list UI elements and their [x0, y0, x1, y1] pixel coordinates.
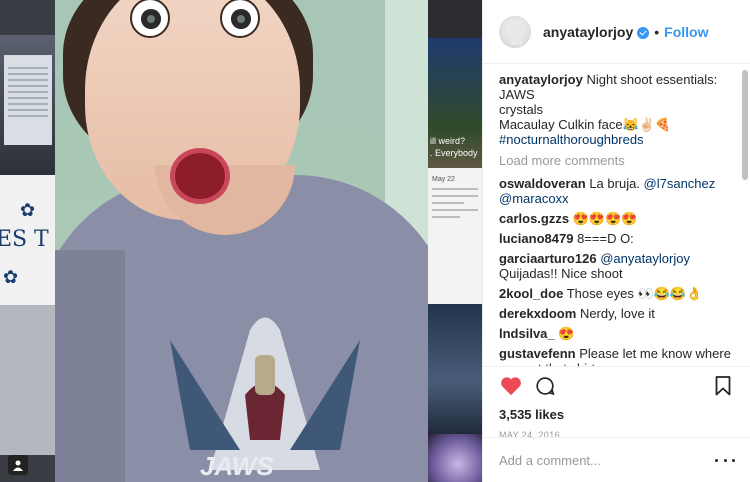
feed-thumbnail: May 22: [428, 168, 482, 304]
mention-link[interactable]: @anyataylorjoy: [600, 251, 690, 266]
flower-glyph: ✿: [3, 267, 19, 288]
likes-count[interactable]: 3,535 likes: [499, 407, 735, 422]
background-feed-right: ill weird? . Everybody May 22: [428, 0, 482, 482]
follow-button[interactable]: Follow: [664, 24, 708, 40]
comment-item: carlos.gzzs 😍😍😍😍: [499, 211, 735, 226]
add-comment-bar: [483, 437, 750, 482]
comment-item: lndsilva_ 😍: [499, 326, 735, 341]
feed-thumbnail: [428, 434, 482, 482]
open-mouth: [170, 148, 230, 204]
comment-item: gustavefenn Please let me know where you…: [499, 346, 735, 366]
comment-username[interactable]: oswaldoveran: [499, 176, 586, 191]
comments-list[interactable]: anyataylorjoy Night shoot essentials: JA…: [483, 64, 750, 366]
comment-text: Quijadas!! Nice shoot: [499, 266, 623, 281]
jaws-shirt-logo: JAWS: [170, 317, 360, 481]
load-more-comments-button[interactable]: Load more comments: [499, 153, 735, 168]
caption-line: JAWS: [499, 87, 535, 102]
mention-link[interactable]: @l7sanchez: [644, 176, 716, 191]
comment-username[interactable]: 2kool_doe: [499, 286, 563, 301]
thumbnail-caption: . Everybody: [430, 148, 478, 158]
letter-e: E: [0, 227, 13, 252]
feed-thumbnail: ill weird? . Everybody: [428, 38, 482, 168]
heart-icon: [501, 377, 521, 396]
comment-text: 😍: [558, 326, 575, 341]
comment-item: luciano8479 8===D O:: [499, 231, 735, 246]
separator-dot: •: [654, 23, 660, 40]
comment-text: 😍😍😍😍: [572, 211, 638, 226]
comment-username[interactable]: luciano8479: [499, 231, 573, 246]
post-caption: anyataylorjoy Night shoot essentials: JA…: [499, 72, 735, 147]
user-icon[interactable]: [8, 455, 28, 475]
letter-s: S: [12, 227, 28, 252]
bookmark-icon: [715, 376, 731, 396]
header-username[interactable]: anyataylorjoy: [543, 24, 633, 40]
letter-t: T: [34, 227, 49, 252]
comments-scrollbar[interactable]: [742, 70, 748, 360]
avatar[interactable]: [499, 15, 531, 48]
comment-text: Nerdy, love it: [579, 306, 655, 321]
caption-username[interactable]: anyataylorjoy: [499, 72, 583, 87]
feed-thumbnail: ✿ E S T ✿: [0, 175, 55, 305]
flower-glyph: ✿: [20, 200, 36, 221]
background-feed-left: ✿ E S T ✿: [0, 0, 55, 482]
post-header: anyataylorjoy • Follow: [483, 0, 750, 64]
thumbnail-date: May 22: [432, 176, 455, 183]
shirt-text: JAWS: [200, 451, 274, 481]
comment-item: 2kool_doe Those eyes 👀😂😂👌: [499, 286, 735, 301]
save-button[interactable]: [711, 374, 735, 398]
verified-badge-icon: [637, 26, 650, 39]
comment-item: oswaldoveran La bruja. @l7sanchez @marac…: [499, 176, 735, 206]
comment-username[interactable]: garciaarturo126: [499, 251, 597, 266]
feed-thumbnail: [0, 35, 55, 175]
comment-username[interactable]: gustavefenn: [499, 346, 576, 361]
feed-thumbnail: [428, 304, 482, 434]
comment-text: La bruja.: [589, 176, 644, 191]
eye: [220, 0, 260, 38]
caption-hashtag[interactable]: #nocturnalthoroughbreds: [499, 132, 735, 147]
caption-line: crystals: [499, 102, 544, 117]
post-side-panel: anyataylorjoy • Follow anyataylorjoy Nig…: [482, 0, 750, 482]
comment-icon: [536, 377, 555, 396]
comment-username[interactable]: carlos.gzzs: [499, 211, 569, 226]
comment-items: oswaldoveran La bruja. @l7sanchez @marac…: [499, 176, 735, 366]
comment-button[interactable]: [533, 374, 557, 398]
comment-username[interactable]: lndsilva_: [499, 326, 555, 341]
add-comment-input[interactable]: [499, 453, 715, 468]
caption-line: Night shoot essentials:: [586, 72, 718, 87]
comment-item: garciaarturo126 @anyataylorjoy Quijadas!…: [499, 251, 735, 281]
post-actions: 3,535 likes MAY 24, 2016: [483, 366, 750, 482]
comment-item: derekxdoom Nerdy, love it: [499, 306, 735, 321]
comment-username[interactable]: derekxdoom: [499, 306, 576, 321]
comment-text: Those eyes 👀😂😂👌: [566, 286, 703, 301]
thumbnail-caption: ill weird?: [430, 136, 466, 146]
feed-thumbnail: [428, 0, 482, 38]
more-options-icon[interactable]: [715, 456, 735, 466]
mention-link[interactable]: @maracoxx: [499, 191, 569, 206]
comment-text: 8===D O:: [577, 231, 634, 246]
post-photo[interactable]: JAWS: [55, 0, 428, 482]
caption-line: Macaulay Culkin face😹✌🏻🍕: [499, 117, 672, 132]
eye: [130, 0, 170, 38]
feed-thumbnail: [0, 305, 55, 455]
like-button[interactable]: [499, 374, 523, 398]
